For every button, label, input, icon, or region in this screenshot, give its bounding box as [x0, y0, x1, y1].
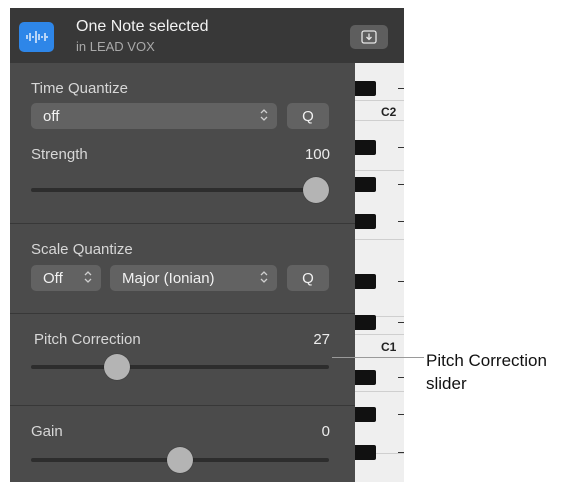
black-key[interactable]: [355, 445, 376, 460]
time-quantize-label: Time Quantize: [31, 80, 128, 97]
piano-keyboard[interactable]: C2 C1: [355, 63, 404, 482]
scale-quantize-q-button[interactable]: Q: [287, 265, 329, 291]
section-divider: [10, 313, 355, 314]
black-key[interactable]: [355, 370, 376, 385]
up-down-chevron-icon: [260, 109, 268, 121]
key-label-c1: C1: [381, 340, 397, 354]
callout-line-2: slider: [426, 374, 467, 393]
section-divider: [10, 405, 355, 406]
strength-slider-knob[interactable]: [303, 177, 329, 203]
pitch-correction-value: 27: [313, 331, 330, 348]
black-key[interactable]: [355, 407, 376, 422]
key-divider: [355, 100, 404, 101]
up-down-chevron-icon: [84, 271, 92, 283]
gain-slider-knob[interactable]: [167, 447, 193, 473]
key-tick: [398, 414, 404, 415]
black-key[interactable]: [355, 274, 376, 289]
up-down-chevron-icon: [260, 271, 268, 283]
key-tick: [398, 377, 404, 378]
callout-leader-line: [332, 357, 424, 358]
key-divider: [355, 170, 404, 171]
gain-value: 0: [321, 423, 330, 440]
region-inspector-panel: One Note selected in LEAD VOX Time Quant…: [10, 8, 404, 482]
key-tick: [398, 147, 404, 148]
scale-quantize-toggle-select[interactable]: Off: [31, 265, 101, 291]
section-divider: [10, 223, 355, 224]
download-tray-button[interactable]: [350, 25, 388, 49]
strength-value: 100: [304, 146, 330, 163]
pitch-correction-label: Pitch Correction: [34, 331, 141, 348]
inspector-controls: Time Quantize off Q Strength 100 Scale Q…: [10, 63, 355, 482]
key-tick: [398, 281, 404, 282]
key-divider: [355, 334, 404, 335]
key-divider: [355, 391, 404, 392]
key-divider: [355, 239, 404, 240]
key-label-c2: C2: [381, 105, 397, 119]
track-subtitle: in LEAD VOX: [76, 39, 155, 54]
time-quantize-value: off: [43, 107, 60, 125]
pitch-correction-slider[interactable]: [31, 365, 329, 369]
inspector-header: One Note selected in LEAD VOX: [10, 8, 404, 63]
scale-quantize-label: Scale Quantize: [31, 241, 133, 258]
key-divider: [355, 120, 404, 121]
waveform-icon: [19, 22, 54, 52]
scale-type-value: Major (Ionian): [122, 269, 215, 287]
time-quantize-q-button[interactable]: Q: [287, 103, 329, 129]
key-tick: [398, 322, 404, 323]
black-key[interactable]: [355, 81, 376, 96]
key-tick: [398, 452, 404, 453]
key-tick: [398, 221, 404, 222]
black-key[interactable]: [355, 140, 376, 155]
scale-quantize-toggle-value: Off: [43, 269, 63, 287]
pitch-correction-slider-knob[interactable]: [104, 354, 131, 380]
black-key[interactable]: [355, 177, 376, 192]
key-tick: [398, 184, 404, 185]
pitch-correction-callout: Pitch Correction slider: [426, 349, 547, 395]
time-quantize-select[interactable]: off: [31, 103, 277, 129]
selection-title: One Note selected: [76, 18, 209, 35]
black-key[interactable]: [355, 214, 376, 229]
download-tray-icon: [361, 30, 377, 44]
scale-type-select[interactable]: Major (Ionian): [110, 265, 277, 291]
black-key[interactable]: [355, 315, 376, 330]
strength-label: Strength: [31, 146, 88, 163]
callout-line-1: Pitch Correction: [426, 351, 547, 370]
gain-label: Gain: [31, 423, 63, 440]
key-tick: [398, 88, 404, 89]
strength-slider[interactable]: [31, 188, 329, 192]
